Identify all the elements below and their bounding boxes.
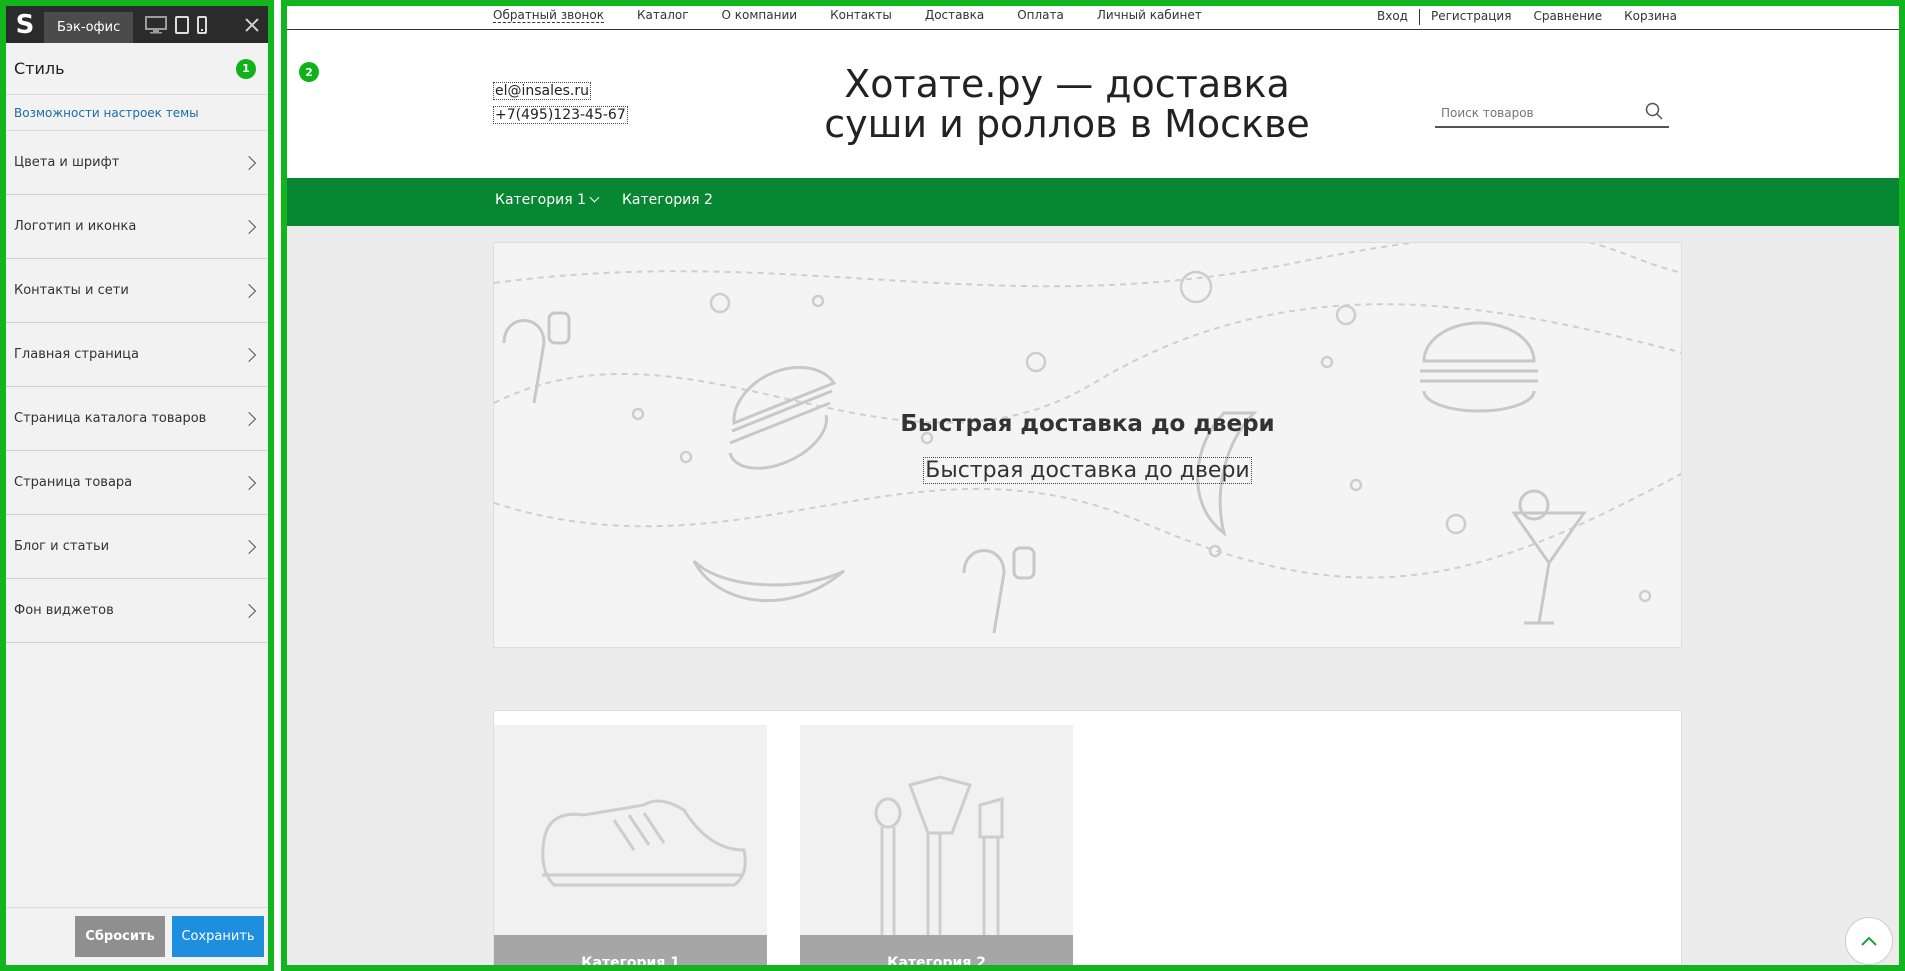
chevron-up-icon xyxy=(1860,932,1878,951)
settings-item-label: Цвета и шрифт xyxy=(14,155,120,170)
reset-button[interactable]: Сбросить xyxy=(75,916,165,957)
category-menu: Категория 1 Категория 2 xyxy=(287,178,1899,226)
category-card-label: Категория 1 xyxy=(494,935,767,965)
panel-footer: Сбросить Сохранить xyxy=(6,907,268,965)
chevron-right-icon xyxy=(241,411,257,426)
hero-banner[interactable]: Быстрая доставка до двери Быстрая достав… xyxy=(493,242,1682,648)
panel-topbar: S Бэк-офис xyxy=(6,6,268,43)
nav-link-catalog[interactable]: Каталог xyxy=(637,8,689,23)
site-title[interactable]: Хотате.ру — доставка суши и роллов в Мос… xyxy=(787,64,1347,144)
settings-item-label: Контакты и сети xyxy=(14,283,129,298)
settings-item-product-page[interactable]: Страница товара xyxy=(6,451,268,515)
category-card-label: Категория 2 xyxy=(800,935,1073,965)
chevron-right-icon xyxy=(241,347,257,362)
register-link[interactable]: Регистрация xyxy=(1431,9,1511,25)
style-title: Стиль xyxy=(14,59,65,78)
mobile-icon[interactable] xyxy=(197,15,208,34)
theme-settings-panel: S Бэк-офис Стиль 1 Возможности настроек … xyxy=(0,0,274,971)
desktop-icon[interactable] xyxy=(145,15,168,34)
login-link[interactable]: Вход xyxy=(1377,9,1408,25)
settings-item-home-page[interactable]: Главная страница xyxy=(6,323,268,387)
close-icon[interactable] xyxy=(242,15,262,35)
settings-item-logo-icon[interactable]: Логотип и иконка xyxy=(6,195,268,259)
settings-item-label: Главная страница xyxy=(14,347,139,362)
settings-list: Цвета и шрифт Логотип и иконка Контакты … xyxy=(6,131,268,643)
tablet-icon[interactable] xyxy=(175,15,190,34)
save-button[interactable]: Сохранить xyxy=(172,916,264,957)
settings-item-label: Логотип и иконка xyxy=(14,219,137,234)
header-contacts: el@insales.ru +7(495)123-45-67 xyxy=(493,82,628,130)
step-badge: 1 xyxy=(236,58,256,79)
scroll-to-top-button[interactable] xyxy=(1845,917,1893,965)
app-logo[interactable]: S xyxy=(6,6,44,43)
settings-item-label: Фон виджетов xyxy=(14,603,114,618)
device-switcher xyxy=(145,15,208,34)
cart-link[interactable]: Корзина xyxy=(1624,9,1677,25)
nav-link-contacts[interactable]: Контакты xyxy=(830,8,892,23)
category-card-2[interactable]: Категория 2 xyxy=(800,725,1073,965)
hero-title: Быстрая доставка до двери xyxy=(900,411,1275,437)
site-preview-frame: 2 Обратный звонок Каталог О компании Кон… xyxy=(281,0,1905,971)
hero-subtitle[interactable]: Быстрая доставка до двери xyxy=(923,457,1252,484)
category-grid: Категория 1 Категория 2 xyxy=(493,710,1682,965)
compare-link[interactable]: Сравнение xyxy=(1533,9,1602,25)
email-link[interactable]: el@insales.ru xyxy=(493,82,592,100)
search-box xyxy=(1435,100,1669,128)
chevron-right-icon xyxy=(241,283,257,298)
search-icon[interactable] xyxy=(1645,102,1663,124)
settings-item-contacts[interactable]: Контакты и сети xyxy=(6,259,268,323)
nav-link-delivery[interactable]: Доставка xyxy=(925,8,984,23)
settings-item-label: Страница товара xyxy=(14,475,133,490)
step-badge: 2 xyxy=(299,62,319,82)
chevron-right-icon xyxy=(241,219,257,234)
divider xyxy=(1418,9,1420,25)
callback-link[interactable]: Обратный звонок xyxy=(493,8,604,23)
nav-link-account[interactable]: Личный кабинет xyxy=(1097,8,1202,23)
search-input[interactable] xyxy=(1441,106,1621,120)
top-navigation: Обратный звонок Каталог О компании Конта… xyxy=(287,6,1899,30)
settings-item-colors-fonts[interactable]: Цвета и шрифт xyxy=(6,131,268,195)
menu-item-category-2[interactable]: Категория 2 xyxy=(622,192,713,208)
site-header: el@insales.ru +7(495)123-45-67 Хотате.ру… xyxy=(287,30,1899,178)
settings-item-label: Страница каталога товаров xyxy=(14,411,207,426)
theme-features-link[interactable]: Возможности настроек темы xyxy=(6,95,268,131)
settings-item-blog[interactable]: Блог и статьи xyxy=(6,515,268,579)
menu-item-label: Категория 1 xyxy=(495,192,586,208)
backoffice-button[interactable]: Бэк-офис xyxy=(44,12,134,43)
chevron-right-icon xyxy=(241,155,257,170)
settings-item-label: Блог и статьи xyxy=(14,539,110,554)
chevron-right-icon xyxy=(241,539,257,554)
style-header: Стиль 1 xyxy=(6,43,268,95)
food-pattern-background xyxy=(494,243,1681,634)
chevron-right-icon xyxy=(241,603,257,618)
chevron-down-icon xyxy=(589,192,600,203)
settings-item-widget-bg[interactable]: Фон виджетов xyxy=(6,579,268,643)
settings-item-catalog-page[interactable]: Страница каталога товаров xyxy=(6,387,268,451)
nav-link-about[interactable]: О компании xyxy=(722,8,798,23)
nav-link-payment[interactable]: Оплата xyxy=(1017,8,1064,23)
menu-item-category-1[interactable]: Категория 1 xyxy=(495,192,600,208)
category-card-1[interactable]: Категория 1 xyxy=(494,725,767,965)
brushes-icon xyxy=(874,775,1004,937)
chevron-right-icon xyxy=(241,475,257,490)
phone-link[interactable]: +7(495)123-45-67 xyxy=(493,106,628,124)
sneaker-icon xyxy=(541,799,747,887)
